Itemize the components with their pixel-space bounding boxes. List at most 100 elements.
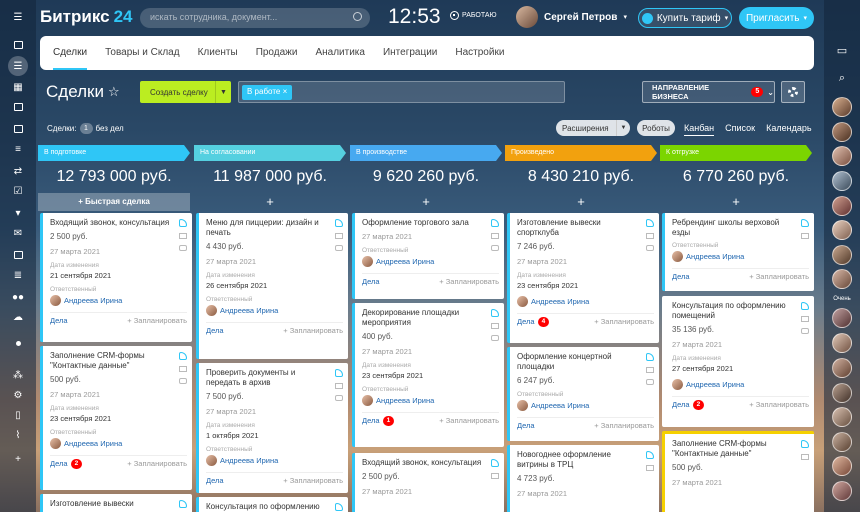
cart-icon[interactable]: ▾ — [0, 204, 36, 222]
plan-link[interactable]: + Запланировать — [749, 400, 809, 409]
tasks-link[interactable]: Дела — [206, 326, 224, 335]
filter-icon[interactable]: ☰ — [8, 56, 28, 76]
mail-icon[interactable] — [801, 233, 809, 239]
plan-link[interactable]: + Запланировать — [439, 277, 499, 286]
avatar[interactable] — [832, 220, 852, 240]
deal-title[interactable]: Декорирование площадки мероприятия — [362, 308, 482, 328]
stage-header[interactable]: На согласовании — [194, 145, 346, 161]
mail-icon[interactable]: ✉ — [0, 224, 36, 242]
view-calendar[interactable]: Календарь — [766, 123, 811, 136]
avatar[interactable] — [832, 196, 852, 216]
phone-icon[interactable] — [646, 451, 654, 459]
tasks-link[interactable]: Дела — [517, 421, 535, 430]
close-icon[interactable]: × — [283, 87, 288, 96]
phone-icon[interactable] — [801, 440, 809, 448]
avatar[interactable] — [832, 432, 852, 452]
clip-icon[interactable]: ⌇ — [0, 426, 36, 444]
tasks-link[interactable]: Дела — [50, 316, 68, 325]
deal-card[interactable]: Входящий звонок, консультация 2 500 руб.… — [352, 453, 504, 512]
tab-clients[interactable]: Клиенты — [189, 36, 247, 70]
deal-title[interactable]: Консультация по оформлению помещений — [672, 301, 792, 321]
business-direction-button[interactable]: НАПРАВЛЕНИЕ БИЗНЕСА 5 ⌄ — [642, 81, 775, 103]
plan-link[interactable]: + Запланировать — [283, 476, 343, 485]
network-icon[interactable]: ⁂ — [0, 366, 36, 384]
avatar[interactable] — [832, 171, 852, 191]
avatar[interactable] — [832, 245, 852, 265]
settings-icon[interactable]: ⚙ — [0, 386, 36, 404]
deal-title[interactable]: Входящий звонок, консультация — [50, 218, 170, 228]
responsible-person[interactable]: Андреева Ирина — [672, 379, 809, 390]
mail-icon[interactable] — [491, 473, 499, 479]
responsible-person[interactable]: Андреева Ирина — [206, 305, 343, 316]
mail-icon[interactable] — [179, 233, 187, 239]
chat-icon[interactable] — [646, 379, 654, 385]
phone-icon[interactable] — [335, 369, 343, 377]
robots-button[interactable]: Роботы — [637, 120, 675, 136]
phone-icon[interactable] — [491, 309, 499, 317]
deal-card[interactable]: Оформление торгового зала 27 марта 2021 … — [352, 213, 504, 299]
phone-icon[interactable] — [335, 503, 343, 511]
deal-title[interactable]: Изготовление вывески спортклуба — [517, 218, 637, 238]
plan-link[interactable]: + Запланировать — [749, 272, 809, 281]
avatar[interactable] — [832, 333, 852, 353]
chat-icon[interactable] — [491, 335, 499, 341]
add-icon[interactable]: + — [0, 450, 36, 468]
responsible-person[interactable]: Андреева Ирина — [50, 438, 187, 449]
tasks-link[interactable]: Дела 2 — [50, 458, 83, 469]
tab-integrations[interactable]: Интеграции — [374, 36, 446, 70]
invite-button[interactable]: Пригласить ▾ — [739, 7, 814, 29]
responsible-person[interactable]: Андреева Ирина — [517, 296, 654, 307]
plan-link[interactable]: + Запланировать — [127, 459, 187, 468]
tasks-link[interactable]: Дела — [362, 277, 380, 286]
mail-icon[interactable] — [646, 367, 654, 373]
deal-card[interactable]: Изготовление вывески спортклуба 7 246 ру… — [507, 213, 659, 343]
tab-sales[interactable]: Продажи — [247, 36, 307, 70]
deal-title[interactable]: Проверить документы и передать в архив — [206, 368, 326, 388]
deal-card[interactable]: Входящий звонок, консультация 2 500 руб.… — [40, 213, 192, 342]
tasks-link[interactable]: Дела 1 — [362, 415, 395, 426]
tab-goods[interactable]: Товары и Склад — [96, 36, 188, 70]
mail-icon[interactable] — [646, 233, 654, 239]
avatar[interactable] — [832, 146, 852, 166]
grid-icon[interactable]: ▦ — [0, 78, 36, 96]
mail-icon[interactable] — [801, 454, 809, 460]
docs-icon[interactable]: ≣ — [0, 266, 36, 284]
deal-title[interactable]: Оформление торгового зала — [362, 218, 482, 228]
menu-icon[interactable]: ☰ — [0, 8, 36, 26]
down-icon[interactable] — [0, 334, 36, 352]
phone-icon[interactable] — [801, 219, 809, 227]
add-deal-button[interactable]: + — [350, 193, 502, 211]
deal-card[interactable]: Меню для пиццерии: дизайн и печать 4 430… — [196, 213, 348, 359]
tasks-link[interactable]: Дела — [672, 272, 690, 281]
logo[interactable]: Битрикс 24 — [40, 7, 133, 27]
phone-icon[interactable] — [646, 353, 654, 361]
calendar-icon[interactable] — [0, 98, 36, 116]
avatar[interactable] — [832, 269, 852, 289]
phone-icon[interactable] — [801, 302, 809, 310]
deal-title[interactable]: Новогоднее оформление витрины в ТРЦ — [517, 450, 637, 470]
view-list[interactable]: Список — [725, 123, 755, 136]
add-deal-button[interactable]: + — [505, 193, 657, 211]
news-icon[interactable] — [0, 36, 36, 54]
avatar[interactable] — [832, 407, 852, 427]
tasks-link[interactable]: Дела 4 — [517, 316, 550, 327]
deal-card[interactable]: Оформление концертной площадки 6 247 руб… — [507, 347, 659, 441]
mail-icon[interactable] — [646, 465, 654, 471]
add-deal-button[interactable]: + — [660, 193, 812, 211]
stage-header[interactable]: В подготовке — [38, 145, 190, 161]
deal-card[interactable]: Консультация по оформлению помещений 35 … — [662, 296, 814, 427]
tab-analytics[interactable]: Аналитика — [306, 36, 374, 70]
avatar[interactable] — [832, 97, 852, 117]
avatar[interactable] — [832, 456, 852, 476]
mail-icon[interactable] — [335, 383, 343, 389]
avatar[interactable] — [832, 383, 852, 403]
responsible-person[interactable]: Андреева Ирина — [50, 295, 187, 306]
responsible-person[interactable]: Андреева Ирина — [517, 400, 654, 411]
tab-deals[interactable]: Сделки — [44, 36, 96, 70]
chat-icon[interactable] — [646, 245, 654, 251]
deal-card[interactable]: Заполнение CRM-формы "Контактные данные"… — [662, 431, 814, 512]
buy-tariff-button[interactable]: Купить тариф ▾ — [638, 8, 732, 28]
quick-deal-button[interactable]: + Быстрая сделка — [38, 193, 190, 211]
contact-icon[interactable] — [0, 120, 36, 138]
chat-icon[interactable]: ▭ — [824, 44, 860, 57]
